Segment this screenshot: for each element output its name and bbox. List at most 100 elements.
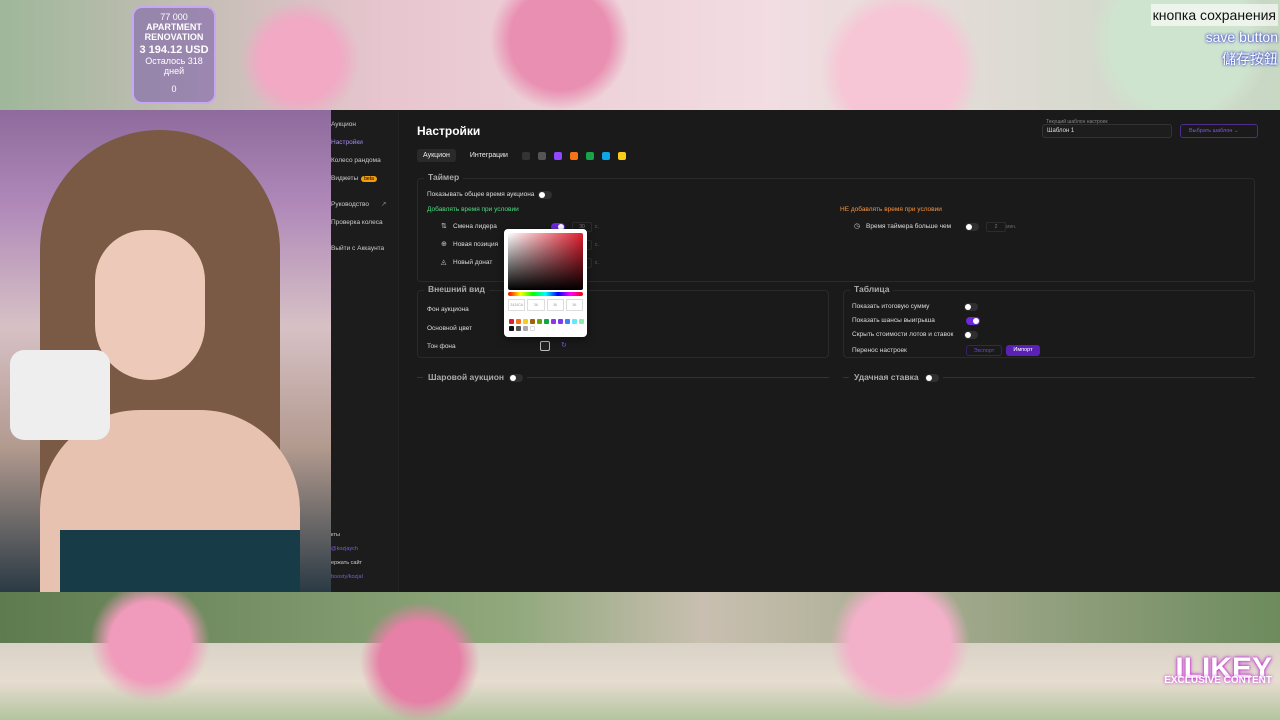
bg-tone-swatch[interactable] (540, 341, 550, 351)
color-swatch[interactable] (509, 319, 514, 324)
support-link[interactable]: boosty/kozjal (331, 570, 399, 584)
color-fields: 2424CA 36 36 36 (508, 299, 583, 311)
goal-title: APARTMENT RENOVATION (144, 22, 204, 42)
add-time-heading: Добавлять время при условии (427, 206, 519, 213)
plus-circle-icon: ⊕ (441, 241, 447, 248)
show-total-label: Показать итоговую сумму (852, 303, 930, 310)
page-title: Настройки (417, 124, 481, 138)
color-swatch[interactable] (544, 319, 549, 324)
sidebar-item-wheel-check[interactable]: Проверка колеса (331, 214, 398, 232)
caption-ru: кнопка сохранения (1150, 4, 1278, 26)
goal-amount: 3 194.12 USD (139, 44, 209, 56)
color-swatch[interactable] (558, 319, 563, 324)
donation-icon: ◬ (441, 259, 447, 266)
webcam-feed (0, 110, 331, 592)
import-button[interactable]: Импорт (1006, 345, 1040, 356)
caption-overlay: кнопка сохранения save button 儲存按鈕 (1150, 4, 1278, 70)
no-add-time-heading: НЕ добавлять время при условии (840, 206, 942, 213)
unit-seconds-2: с. (595, 242, 599, 248)
color-swatch[interactable] (516, 326, 521, 331)
main-color-label: Основной цвет (427, 325, 473, 332)
color-swatch[interactable] (516, 319, 521, 324)
hue-slider[interactable] (508, 292, 583, 296)
timer-more-than-input[interactable]: 2 (986, 222, 1006, 232)
contact-link[interactable]: @kozjaych (331, 542, 399, 556)
stream-background-bottom (0, 592, 1280, 720)
chevron-down-icon: ⌄ (1233, 128, 1239, 134)
hex-input[interactable]: 2424CA (508, 299, 526, 311)
lucky-bet-toggle[interactable] (925, 374, 939, 382)
template-input[interactable]: Шаблон 1 (1042, 124, 1172, 138)
support-label: ержать сайт (331, 560, 363, 566)
ball-auction-title: Шаровой аукцион (424, 372, 509, 382)
color-swatch[interactable] (523, 319, 528, 324)
auction-bg-label: Фон аукциона (427, 306, 469, 313)
tab-bar: Аукцион Интеграции (417, 149, 626, 162)
reset-icon[interactable]: ↻ (561, 341, 567, 349)
caption-zh: 儲存按鈕 (1222, 51, 1278, 67)
g-input[interactable]: 36 (546, 299, 564, 311)
saturation-area[interactable] (508, 233, 583, 290)
goal-count: 77 000 (160, 12, 188, 22)
swap-icon: ⇅ (441, 223, 447, 230)
show-total-time-toggle[interactable] (538, 191, 552, 199)
show-total-toggle[interactable] (964, 303, 978, 311)
color-swatch[interactable] (572, 319, 577, 324)
timer-title: Таймер (424, 172, 464, 182)
boosty-icon (617, 151, 626, 160)
unit-minutes: мин. (1006, 224, 1017, 230)
new-position-label: Новая позиция (453, 241, 499, 248)
color-swatch[interactable] (509, 326, 514, 331)
caption-en: save button (1205, 29, 1278, 45)
lucky-bet-title: Удачная ставка (850, 372, 923, 382)
sidebar-item-widgets[interactable]: Виджеты beta (331, 170, 398, 188)
leader-change-label: Смена лидера (453, 223, 497, 230)
ball-auction-toggle[interactable] (509, 374, 523, 382)
color-swatch[interactable] (523, 326, 528, 331)
color-swatch[interactable] (551, 319, 556, 324)
contacts-label: кты (331, 532, 340, 538)
export-button[interactable]: Экспорт (966, 345, 1002, 356)
r-input[interactable]: 36 (527, 299, 545, 311)
tab-auction[interactable]: Аукцион (417, 149, 456, 162)
goal-remaining: Осталось 318 дней (145, 56, 203, 76)
transfer-settings-label: Перенос настроек (852, 347, 907, 354)
unit-seconds: с. (595, 224, 599, 230)
external-link-icon: ↗ (380, 201, 387, 208)
unit-seconds-3: с. (595, 260, 599, 266)
sidebar-item-wheel[interactable]: Колесо рандома (331, 152, 398, 170)
show-win-chance-toggle[interactable] (966, 317, 980, 325)
hide-lot-costs-label: Скрыть стоимости лотов и ставок (852, 331, 954, 338)
hide-lot-costs-toggle[interactable] (964, 331, 978, 339)
sidebar-item-guide[interactable]: Руководство ↗ (331, 196, 398, 214)
tab-integrations[interactable]: Интеграции (464, 149, 514, 162)
bg-tone-label: Тон фона (427, 343, 456, 350)
donation-goal-widget: 77 000 APARTMENT RENOVATION 3 194.12 USD… (132, 6, 216, 104)
appearance-section (417, 290, 829, 358)
timer-more-than-toggle[interactable] (965, 223, 979, 231)
sidebar-item-auction[interactable]: Аукцион (331, 116, 398, 134)
sidebar: Аукцион Настройки Колесо рандома Виджеты… (331, 110, 399, 592)
donation-icon (569, 151, 578, 160)
color-swatch[interactable] (565, 319, 570, 324)
sidebar-item-logout[interactable]: Выйти с Аккаунта (331, 240, 398, 258)
clock-icon: ◷ (854, 223, 861, 230)
color-swatch[interactable] (537, 319, 542, 324)
table-title: Таблица (850, 284, 894, 294)
choose-template-button[interactable]: Выбрать шаблон ⌄ (1180, 124, 1258, 138)
sidebar-item-settings[interactable]: Настройки (331, 134, 398, 152)
timer-more-than-label: Время таймера больше чем (866, 223, 952, 230)
appearance-title: Внешний вид (424, 284, 489, 294)
color-swatch[interactable] (530, 319, 535, 324)
color-swatch[interactable] (579, 319, 584, 324)
settings-page: Настройки Текущий шаблон настроек Шаблон… (399, 110, 1280, 592)
color-swatch[interactable] (530, 326, 535, 331)
x-icon (537, 151, 546, 160)
headset-icon (10, 350, 110, 440)
new-donation-label: Новый донат (453, 259, 493, 266)
twitch-icon (553, 151, 562, 160)
color-picker-popover[interactable]: 2424CA 36 36 36 (504, 229, 587, 337)
b-input[interactable]: 36 (565, 299, 583, 311)
goodgame-icon (585, 151, 594, 160)
sidebar-footer: кты @kozjaych ержать сайт boosty/kozjal (331, 528, 399, 584)
